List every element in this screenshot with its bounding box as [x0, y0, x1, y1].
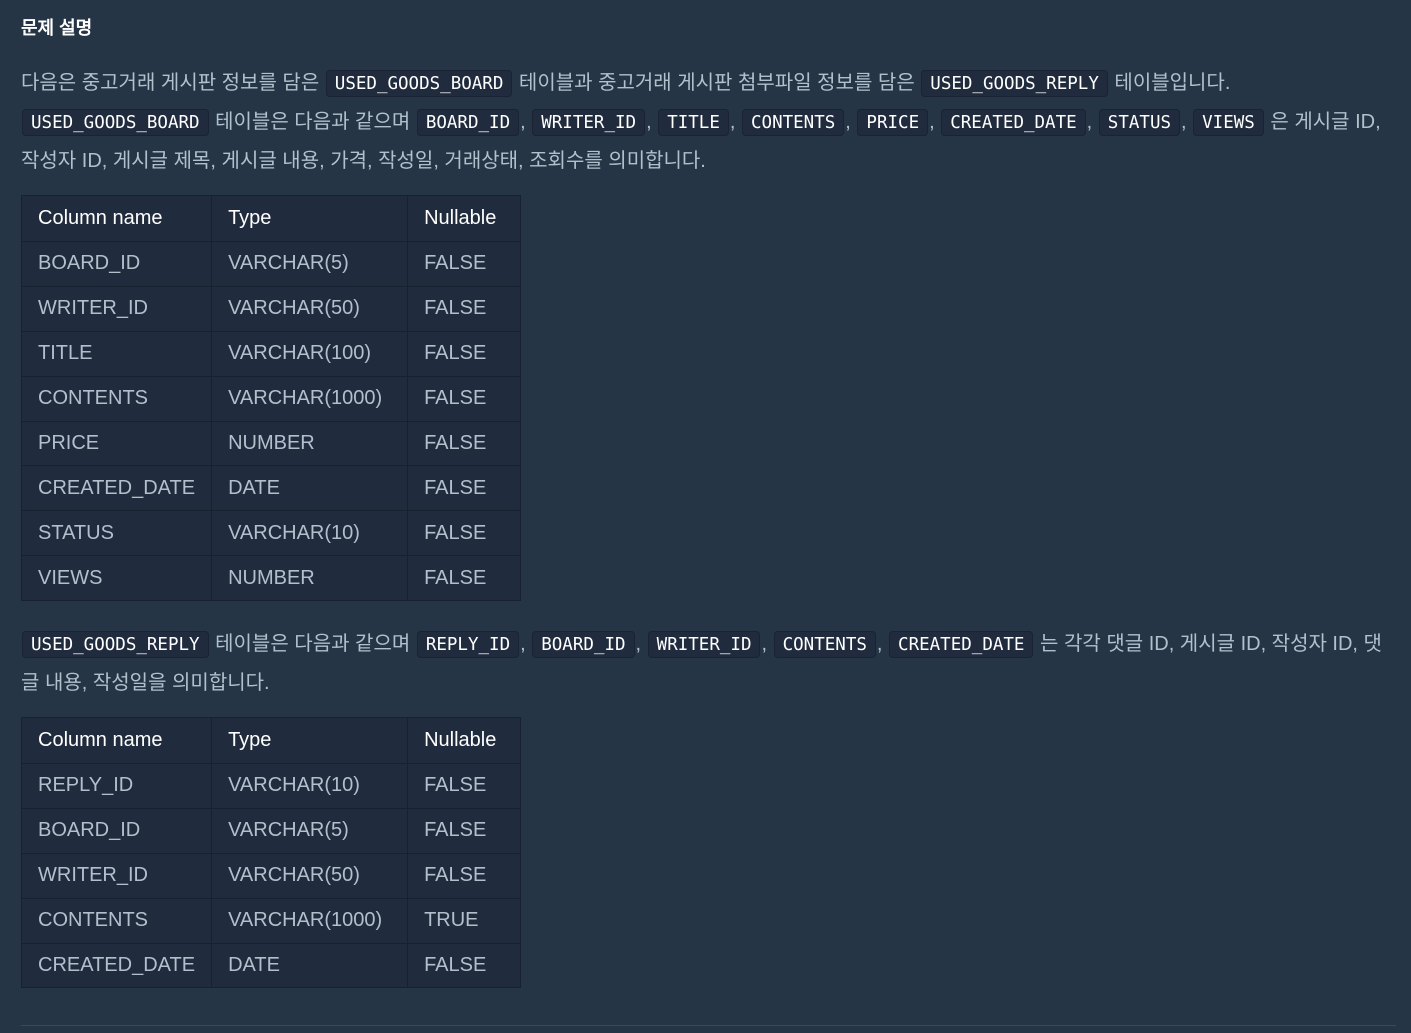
- cell-column-name: BOARD_ID: [20, 807, 213, 854]
- code-column-name: CREATED_DATE: [889, 631, 1034, 658]
- cell-nullable: FALSE: [407, 555, 522, 602]
- code-table-name: USED_GOODS_REPLY: [22, 631, 209, 658]
- cell-type: VARCHAR(100): [211, 330, 409, 377]
- table-row: STATUS VARCHAR(10) FALSE: [20, 510, 522, 557]
- paragraph-reply-table-intro: USED_GOODS_REPLY 테이블은 다음과 같으며 REPLY_ID, …: [21, 625, 1396, 702]
- code-column-name: PRICE: [857, 109, 929, 136]
- used-goods-reply-schema-table: Column name Type Nullable REPLY_ID VARCHA…: [20, 717, 522, 989]
- separator: ,: [729, 111, 736, 133]
- table-row: VIEWS NUMBER FALSE: [20, 555, 522, 602]
- cell-column-name: REPLY_ID: [20, 763, 213, 809]
- separator: ,: [929, 111, 935, 133]
- header-column-name: Column name: [20, 717, 213, 764]
- cell-type: VARCHAR(5): [211, 241, 409, 287]
- code-table-name: USED_GOODS_REPLY: [921, 70, 1108, 97]
- separator: ,: [520, 633, 526, 655]
- cell-type: VARCHAR(50): [211, 852, 409, 899]
- cell-nullable: TRUE: [407, 897, 522, 944]
- code-column-name: STATUS: [1098, 109, 1181, 136]
- table-row: REPLY_ID VARCHAR(10) FALSE: [20, 763, 522, 809]
- cell-type: VARCHAR(10): [211, 510, 409, 557]
- code-column-name: VIEWS: [1193, 109, 1264, 136]
- cell-column-name: WRITER_ID: [20, 285, 213, 332]
- cell-nullable: FALSE: [407, 465, 522, 512]
- cell-column-name: BOARD_ID: [20, 241, 213, 287]
- table-row: BOARD_ID VARCHAR(5) FALSE: [20, 241, 522, 287]
- code-column-name: BOARD_ID: [532, 631, 635, 658]
- cell-column-name: CREATED_DATE: [20, 465, 213, 512]
- text-segment: 다음은 중고거래 게시판 정보를 담은: [21, 72, 325, 94]
- cell-column-name: WRITER_ID: [20, 852, 213, 899]
- cell-type: VARCHAR(50): [211, 285, 409, 332]
- cell-type: VARCHAR(1000): [211, 375, 409, 422]
- cell-type: NUMBER: [211, 420, 409, 467]
- code-column-name: CONTENTS: [773, 631, 876, 658]
- text-segment: 테이블입니다.: [1108, 72, 1231, 94]
- cell-column-name: STATUS: [20, 510, 213, 557]
- separator: ,: [876, 633, 883, 655]
- cell-nullable: FALSE: [407, 763, 522, 809]
- cell-nullable: FALSE: [407, 807, 522, 854]
- cell-nullable: FALSE: [407, 420, 522, 467]
- paragraph-tables-intro: 다음은 중고거래 게시판 정보를 담은 USED_GOODS_BOARD 테이블…: [21, 64, 1396, 180]
- table-row: CREATED_DATE DATE FALSE: [20, 465, 522, 512]
- cell-nullable: FALSE: [407, 942, 522, 989]
- table-row: WRITER_ID VARCHAR(50) FALSE: [20, 852, 522, 899]
- cell-type: VARCHAR(10): [211, 763, 409, 809]
- table-row: BOARD_ID VARCHAR(5) FALSE: [20, 807, 522, 854]
- code-column-name: REPLY_ID: [416, 631, 520, 658]
- table-row: CONTENTS VARCHAR(1000) TRUE: [20, 897, 522, 944]
- header-nullable: Nullable: [407, 195, 522, 242]
- separator: ,: [635, 633, 642, 655]
- cell-type: VARCHAR(1000): [211, 897, 409, 944]
- header-column-name: Column name: [20, 195, 213, 242]
- separator: ,: [845, 111, 851, 133]
- cell-nullable: FALSE: [407, 241, 522, 287]
- cell-nullable: FALSE: [407, 852, 522, 899]
- separator: ,: [520, 111, 526, 133]
- text-segment: 테이블과 중고거래 게시판 첨부파일 정보를 담은: [513, 72, 921, 94]
- cell-type: VARCHAR(5): [211, 807, 409, 854]
- separator: ,: [1086, 111, 1093, 133]
- cell-column-name: TITLE: [20, 330, 213, 377]
- code-column-name: WRITER_ID: [532, 109, 646, 136]
- header-type: Type: [211, 717, 409, 764]
- text-segment: 테이블은 다음과 같으며: [209, 111, 416, 133]
- header-nullable: Nullable: [407, 717, 522, 764]
- header-type: Type: [211, 195, 409, 242]
- table-row: CONTENTS VARCHAR(1000) FALSE: [20, 375, 522, 422]
- table-header-row: Column name Type Nullable: [20, 717, 522, 764]
- separator: ,: [646, 111, 652, 133]
- cell-nullable: FALSE: [407, 330, 522, 377]
- code-column-name: CREATED_DATE: [941, 109, 1086, 136]
- table-row: PRICE NUMBER FALSE: [20, 420, 522, 467]
- cell-type: DATE: [211, 942, 409, 989]
- cell-column-name: PRICE: [20, 420, 213, 467]
- cell-nullable: FALSE: [407, 375, 522, 422]
- separator: ,: [761, 633, 768, 655]
- separator: ,: [1181, 111, 1187, 133]
- table-row: CREATED_DATE DATE FALSE: [20, 942, 522, 989]
- code-column-name: BOARD_ID: [416, 109, 520, 136]
- cell-nullable: FALSE: [407, 510, 522, 557]
- code-column-name: CONTENTS: [742, 109, 845, 136]
- cell-column-name: CONTENTS: [20, 897, 213, 944]
- table-row: WRITER_ID VARCHAR(50) FALSE: [20, 285, 522, 332]
- section-heading: 문제 설명: [21, 18, 93, 38]
- code-column-name: TITLE: [658, 109, 729, 136]
- text-segment: 테이블은 다음과 같으며: [209, 633, 416, 655]
- table-row: TITLE VARCHAR(100) FALSE: [20, 330, 522, 377]
- divider: [21, 1025, 1396, 1026]
- cell-nullable: FALSE: [407, 285, 522, 332]
- cell-column-name: CONTENTS: [20, 375, 213, 422]
- cell-column-name: CREATED_DATE: [20, 942, 213, 989]
- cell-type: NUMBER: [211, 555, 409, 602]
- code-column-name: WRITER_ID: [647, 631, 761, 658]
- code-table-name: USED_GOODS_BOARD: [325, 70, 513, 97]
- code-table-name: USED_GOODS_BOARD: [22, 109, 209, 136]
- cell-column-name: VIEWS: [20, 555, 213, 602]
- cell-type: DATE: [211, 465, 409, 512]
- table-header-row: Column name Type Nullable: [20, 195, 522, 242]
- used-goods-board-schema-table: Column name Type Nullable BOARD_ID VARCHA…: [20, 195, 522, 602]
